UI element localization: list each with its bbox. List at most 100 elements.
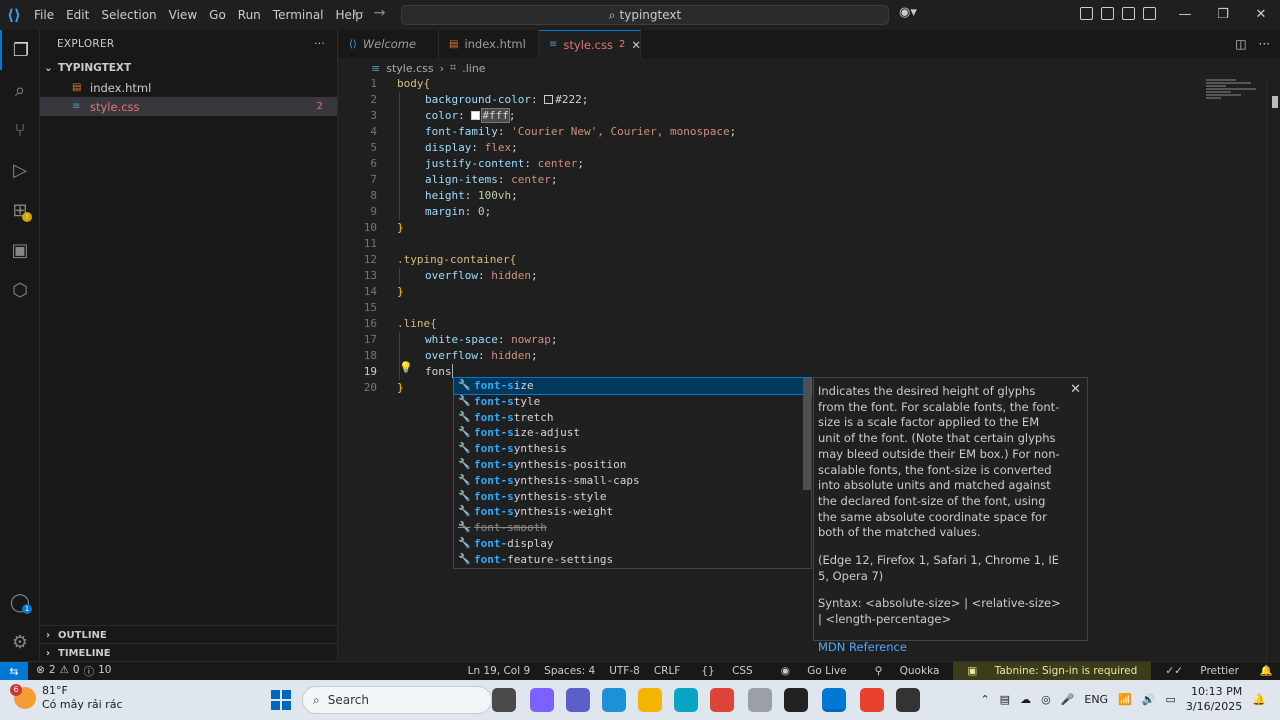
weather-widget[interactable]: 6 81°F Có mây rải rác bbox=[10, 684, 123, 712]
snipping-tool-icon[interactable] bbox=[748, 688, 772, 712]
suggestion-item[interactable]: 🔧 font-s ynthesis-position bbox=[454, 457, 811, 473]
toggle-panel-icon[interactable] bbox=[1122, 7, 1135, 20]
problems-summary[interactable]: ⊗ 2 ⚠ 0 ⓘ 10 bbox=[28, 664, 111, 679]
back-arrow-icon[interactable]: ← bbox=[352, 5, 364, 21]
toggle-secondary-sidebar-icon[interactable] bbox=[1143, 7, 1156, 20]
file-index-html[interactable]: ▤ index.html bbox=[40, 78, 337, 97]
suggest-scrollbar[interactable] bbox=[803, 378, 811, 490]
suggestion-item[interactable]: 🔧 font-s tyle bbox=[454, 394, 811, 410]
menu-file[interactable]: File bbox=[28, 0, 60, 30]
chrome-icon[interactable] bbox=[710, 688, 734, 712]
close-icon[interactable]: ✕ bbox=[1242, 0, 1280, 30]
remote-indicator-icon[interactable]: ⇆ bbox=[0, 661, 28, 681]
folder-typingtext[interactable]: ⌄ TYPINGTEXT bbox=[40, 58, 337, 78]
suggestion-item-deprecated[interactable]: 🔧 font-s mooth bbox=[454, 520, 811, 536]
tab-welcome[interactable]: ⟨⟩ Welcome bbox=[339, 30, 439, 58]
end-of-line[interactable]: CRLF bbox=[647, 662, 688, 681]
toggle-sidebar-icon[interactable] bbox=[1101, 7, 1114, 20]
suggestion-item[interactable]: 🔧 font-s ynthesis-weight bbox=[454, 504, 811, 520]
minimize-icon[interactable]: — bbox=[1166, 0, 1204, 30]
more-actions-icon[interactable]: ··· bbox=[1259, 37, 1270, 51]
tray-app-icon[interactable]: ▤ bbox=[1000, 693, 1010, 706]
notion-icon[interactable] bbox=[784, 688, 808, 712]
taskbar-search[interactable]: ⌕ Search bbox=[302, 686, 492, 714]
close-tab-icon[interactable]: ✕ bbox=[631, 38, 641, 52]
suggestion-item[interactable]: 🔧 font-s ynthesis-style bbox=[454, 489, 811, 505]
menu-edit[interactable]: Edit bbox=[60, 0, 95, 30]
close-icon[interactable]: ✕ bbox=[1070, 382, 1081, 398]
clock[interactable]: 10:13 PM 3/16/2025 bbox=[1186, 684, 1242, 714]
command-center[interactable]: ⌕ typingtext bbox=[401, 5, 889, 25]
color-swatch[interactable] bbox=[544, 95, 554, 104]
chevron-up-icon[interactable]: ⌃ bbox=[980, 693, 989, 706]
chrome-tray-icon[interactable]: ◎ bbox=[1041, 693, 1051, 706]
source-control-icon[interactable]: ⑂ bbox=[0, 110, 40, 150]
suggestion-item[interactable]: 🔧 font-s tretch bbox=[454, 410, 811, 426]
store-icon[interactable] bbox=[674, 688, 698, 712]
go-live-button[interactable]: ◉ Go Live bbox=[767, 662, 861, 681]
suggestion-item[interactable]: 🔧 font-s ynthesis bbox=[454, 441, 811, 457]
extensions-icon[interactable]: ⊞! bbox=[0, 190, 40, 230]
tabnine-status[interactable]: ▣ Tabnine: Sign-in is required bbox=[953, 661, 1152, 681]
copilot-app-icon[interactable] bbox=[530, 688, 554, 712]
menu-view[interactable]: View bbox=[163, 0, 203, 30]
breadcrumb-symbol[interactable]: .line bbox=[462, 62, 485, 75]
volume-icon[interactable]: 🔊 bbox=[1142, 693, 1156, 706]
search-icon[interactable]: ⌕ bbox=[0, 70, 40, 110]
battery-icon[interactable]: ▭ bbox=[1165, 693, 1175, 706]
wifi-icon[interactable]: 📶 bbox=[1118, 693, 1132, 706]
accounts-icon[interactable]: ◯ 1 bbox=[0, 582, 40, 622]
quokka-button[interactable]: ⚲ Quokka bbox=[861, 662, 954, 681]
editor-scrollbar[interactable] bbox=[1266, 76, 1280, 661]
minimap[interactable] bbox=[1206, 78, 1266, 108]
suggestion-item[interactable]: 🔧 font-display bbox=[454, 536, 811, 552]
run-debug-icon[interactable]: ▷ bbox=[0, 150, 40, 190]
encoding[interactable]: UTF-8 bbox=[602, 662, 647, 681]
language-mode[interactable]: {} CSS bbox=[687, 662, 766, 681]
scroll-thumb[interactable] bbox=[1272, 96, 1278, 108]
timeline-section[interactable]: › TIMELINE bbox=[40, 643, 338, 662]
outline-section[interactable]: › OUTLINE bbox=[40, 625, 338, 644]
forward-arrow-icon[interactable]: → bbox=[374, 5, 386, 21]
cloud-icon[interactable]: ☁ bbox=[1020, 693, 1031, 706]
tab-index-html[interactable]: ▤ index.html bbox=[439, 30, 539, 58]
code-editor[interactable]: 1 body{ 2 background-color: #222; 3 color: … bbox=[339, 76, 1280, 661]
brave-icon[interactable] bbox=[860, 688, 884, 712]
notifications-bell-icon[interactable]: 🔔 bbox=[1253, 662, 1280, 681]
copilot-icon[interactable]: ◉▾ bbox=[899, 5, 917, 20]
menu-run[interactable]: Run bbox=[232, 0, 267, 30]
task-view-icon[interactable] bbox=[492, 688, 516, 712]
customize-layout-icon[interactable] bbox=[1080, 7, 1093, 20]
split-editor-icon[interactable]: ◫ bbox=[1235, 37, 1246, 51]
mdn-reference-link[interactable]: MDN Reference bbox=[818, 640, 1063, 656]
remote-explorer-icon[interactable]: ▣ bbox=[0, 230, 40, 270]
testing-icon[interactable]: ⬡ bbox=[0, 270, 40, 310]
settings-gear-icon[interactable]: ⚙ bbox=[0, 622, 40, 662]
color-swatch[interactable] bbox=[471, 111, 481, 120]
suggestion-item[interactable]: 🔧 font-s ize-adjust bbox=[454, 425, 811, 441]
menu-selection[interactable]: Selection bbox=[95, 0, 162, 30]
edge-icon[interactable] bbox=[602, 688, 626, 712]
breadcrumb-file[interactable]: style.css bbox=[386, 62, 433, 75]
notification-icon[interactable]: 🔔 bbox=[1252, 693, 1266, 706]
more-actions-icon[interactable]: ··· bbox=[314, 38, 325, 50]
menu-go[interactable]: Go bbox=[203, 0, 232, 30]
cursor-position[interactable]: Ln 19, Col 9 bbox=[461, 662, 538, 681]
menu-terminal[interactable]: Terminal bbox=[267, 0, 330, 30]
suggestion-item[interactable]: 🔧 font-feature-settings bbox=[454, 552, 811, 568]
suggestion-item[interactable]: 🔧 font-s ize bbox=[453, 377, 812, 395]
indentation[interactable]: Spaces: 4 bbox=[537, 662, 602, 681]
teams-icon[interactable] bbox=[566, 688, 590, 712]
vscode-taskbar-icon[interactable] bbox=[822, 688, 846, 712]
file-style-css[interactable]: ≡ style.css 2 bbox=[40, 97, 337, 116]
windows-start-icon[interactable] bbox=[271, 690, 291, 710]
explorer-icon[interactable]: ❐ bbox=[0, 30, 40, 70]
tab-style-css[interactable]: ≡ style.css 2 ✕ bbox=[539, 30, 641, 58]
restore-icon[interactable]: ❐ bbox=[1204, 0, 1242, 30]
lightbulb-icon[interactable]: 💡 bbox=[399, 361, 413, 374]
app-icon[interactable] bbox=[896, 688, 920, 712]
suggestion-item[interactable]: 🔧 font-s ynthesis-small-caps bbox=[454, 473, 811, 489]
language-indicator[interactable]: ENG bbox=[1084, 693, 1108, 706]
microphone-icon[interactable]: 🎤 bbox=[1061, 693, 1075, 706]
prettier-button[interactable]: ✓✓ Prettier bbox=[1151, 662, 1253, 681]
